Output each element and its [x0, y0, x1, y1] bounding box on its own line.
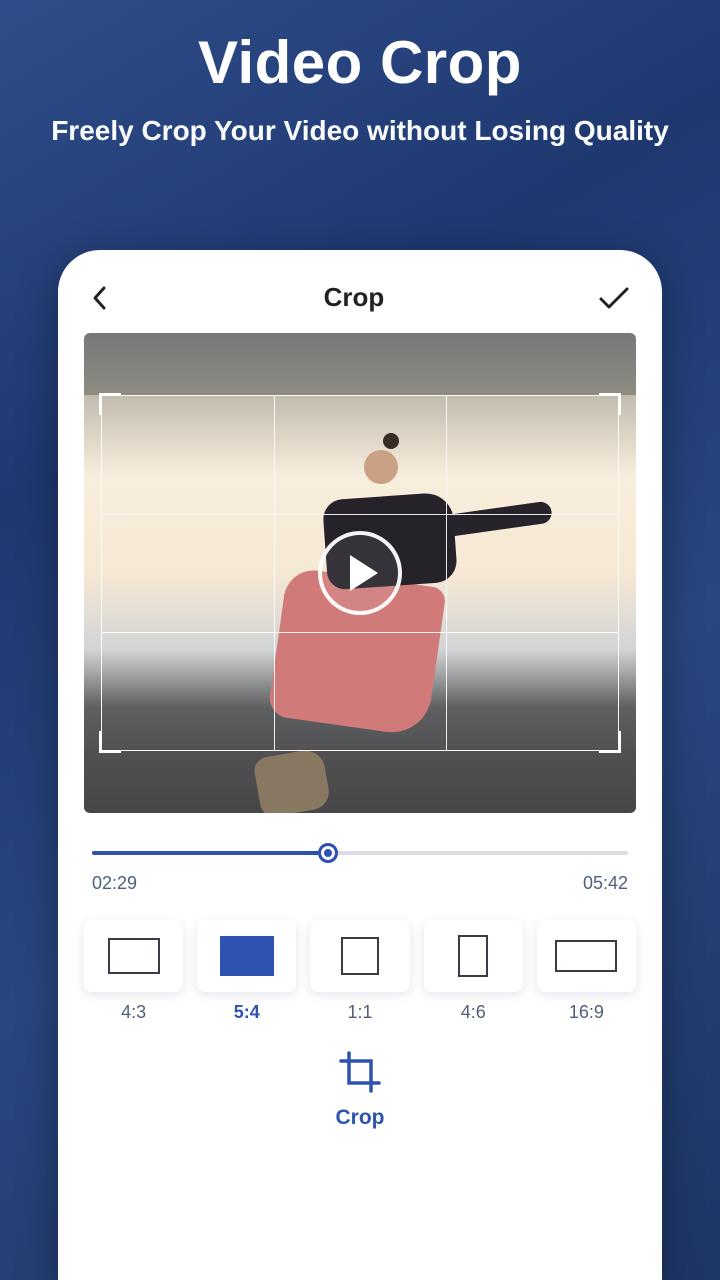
top-bar: Crop [84, 276, 636, 333]
ratio-label: 4:6 [461, 1002, 486, 1023]
play-button[interactable] [318, 531, 402, 615]
video-preview[interactable] [84, 333, 636, 813]
crop-handle-br[interactable] [599, 731, 621, 753]
hero-title: Video Crop [40, 28, 680, 97]
seek-slider[interactable] [92, 839, 628, 867]
ratio-option-1-1[interactable]: 1:1 [310, 920, 409, 1023]
crop-handle-tr[interactable] [599, 393, 621, 415]
total-time: 05:42 [583, 873, 628, 894]
ratio-shape-icon [220, 936, 274, 976]
crop-action-label: Crop [336, 1106, 385, 1130]
ratio-shape-icon [458, 935, 488, 977]
confirm-button[interactable] [598, 285, 630, 311]
ratio-option-5-4[interactable]: 5:4 [197, 920, 296, 1023]
ratio-picker: 4:3 5:4 1:1 4:6 16:9 [84, 920, 636, 1023]
ratio-shape-icon [341, 937, 379, 975]
ratio-option-4-6[interactable]: 4:6 [424, 920, 523, 1023]
ratio-shape-icon [555, 940, 617, 972]
crop-handle-tl[interactable] [99, 393, 121, 415]
ratio-option-16-9[interactable]: 16:9 [537, 920, 636, 1023]
ratio-shape-icon [108, 938, 160, 974]
back-button[interactable] [90, 284, 110, 312]
seek-thumb[interactable] [318, 843, 338, 863]
ratio-label: 16:9 [569, 1002, 604, 1023]
crop-action[interactable]: Crop [84, 1049, 636, 1130]
ratio-label: 1:1 [347, 1002, 372, 1023]
ratio-card [197, 920, 296, 992]
time-row: 02:29 05:42 [92, 873, 628, 894]
crop-handle-bl[interactable] [99, 731, 121, 753]
hero-subtitle: Freely Crop Your Video without Losing Qu… [40, 111, 680, 150]
ratio-card [310, 920, 409, 992]
current-time: 02:29 [92, 873, 137, 894]
ratio-card [424, 920, 523, 992]
phone-frame: Crop 02:29 05:42 4:3 [58, 250, 662, 1280]
ratio-option-4-3[interactable]: 4:3 [84, 920, 183, 1023]
screen-title: Crop [324, 282, 385, 313]
crop-icon [337, 1049, 383, 1100]
seek-fill [92, 851, 328, 855]
ratio-card [84, 920, 183, 992]
ratio-card [537, 920, 636, 992]
ratio-label: 4:3 [121, 1002, 146, 1023]
ratio-label: 5:4 [234, 1002, 260, 1023]
marketing-hero: Video Crop Freely Crop Your Video withou… [0, 0, 720, 168]
